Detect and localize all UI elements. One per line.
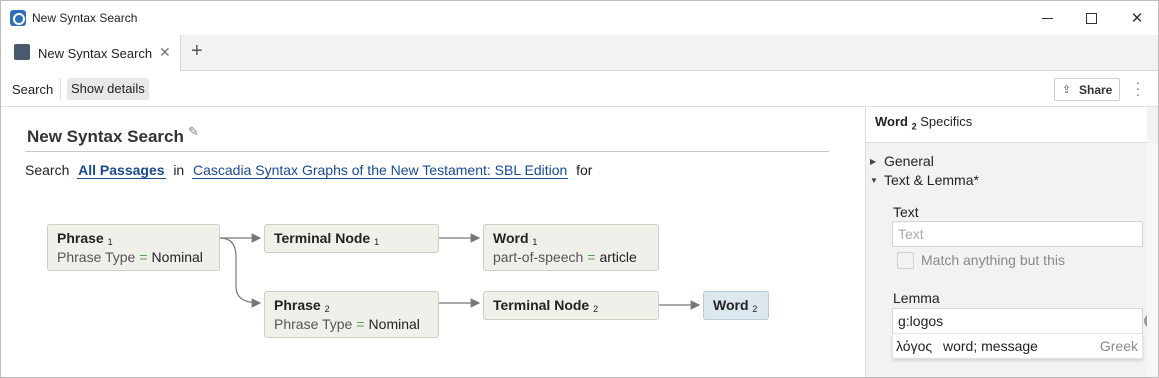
node-specifics-panel: Word 2 Specifics ▶ General ▼ Text & Lemma*… [865,107,1158,377]
section-text-lemma[interactable]: ▼ Text & Lemma* [870,172,979,188]
share-label: Share [1079,83,1113,97]
node-attr-key: part-of-speech [493,249,584,265]
node-attr-value: article [599,249,637,265]
node-attr-operator: = [139,249,148,265]
section-label: Text & Lemma* [884,172,979,188]
node-index: 2 [752,304,758,314]
match-anything-checkbox[interactable] [897,252,914,269]
scope-link[interactable]: All Passages [77,162,166,179]
graph-node-word-2[interactable]: Word 2 [703,291,769,320]
tab-new-syntax-search[interactable]: New Syntax Search ✕ [1,35,181,71]
text-field-label: Text [893,204,919,220]
resource-link[interactable]: Cascadia Syntax Graphs of the New Testam… [192,162,569,179]
window-title: New Syntax Search [32,11,138,25]
graph-node-word-1[interactable]: Word 1 part-of-speech = article [483,224,659,271]
graph-node-terminal-2[interactable]: Terminal Node 2 [483,291,659,320]
suggestion-language: Greek [1099,338,1138,354]
node-index: 1 [532,237,538,247]
node-name: Phrase [274,297,321,313]
panel-title: Word 2 Specifics [875,114,972,132]
panel-header: Word 2 Specifics [866,107,1147,143]
add-tab-button[interactable]: + [191,40,203,63]
minimize-button[interactable] [1024,1,1070,35]
close-window-button[interactable]: ✕ [1114,1,1158,35]
app-logo-icon [10,10,26,26]
node-index: 2 [324,304,330,314]
panel-title-index: 2 [911,121,917,132]
node-index: 1 [107,237,113,247]
expand-arrow-icon: ▶ [870,157,877,166]
node-attr-value: Nominal [368,316,420,332]
panel-title-rest: Specifics [920,114,973,129]
share-icon: ⇪ [1062,84,1072,96]
node-attr-key: Phrase Type [274,316,353,332]
app-window: New Syntax Search ✕ New Syntax Search ✕ … [0,0,1159,378]
more-options-icon[interactable]: · · · [1133,75,1143,101]
lemma-input[interactable]: g:logos ➜ [892,308,1158,334]
maximize-button[interactable] [1068,1,1114,35]
panel-scrollbar[interactable] [1147,143,1158,377]
match-anything-label: Match anything but this [921,252,1065,268]
search-menu-button[interactable]: Search [12,82,53,97]
tab-label: New Syntax Search [38,46,153,61]
graph-node-phrase-1[interactable]: Phrase 1 Phrase Type = Nominal [47,224,220,271]
section-label: General [884,153,934,169]
title-divider [25,151,829,152]
node-attr-value: Nominal [151,249,203,265]
node-attr-operator: = [587,249,596,265]
node-attr-key: Phrase Type [57,249,136,265]
section-general[interactable]: ▶ General [870,153,934,169]
graph-node-phrase-2[interactable]: Phrase 2 Phrase Type = Nominal [264,291,439,338]
node-index: 2 [593,304,599,314]
show-details-button[interactable]: Show details [67,78,149,100]
node-name: Word [713,297,749,313]
minimize-icon [1041,17,1053,19]
suggestion-gloss: word; message [943,338,1038,354]
text-input[interactable]: Text [892,221,1143,247]
lemma-field-label: Lemma [893,290,940,306]
in-text: in [173,162,185,178]
tab-bar: New Syntax Search ✕ + [1,35,1158,71]
node-name: Word [493,230,529,246]
node-attr-operator: = [356,316,365,332]
page-title[interactable]: New Syntax Search [27,127,184,147]
toolbar: Search Show details ⇪ Share · · · [1,71,1158,107]
edge-phrase1-phrase2 [219,237,262,308]
collapse-arrow-icon: ▼ [870,176,878,185]
graph-node-terminal-1[interactable]: Terminal Node 1 [264,224,439,253]
maximize-icon [1085,12,1097,24]
search-description: Search All Passages in Cascadia Syntax G… [25,162,592,179]
title-bar: New Syntax Search ✕ [1,1,1158,35]
node-name: Terminal Node [493,297,590,313]
search-prefix-text: Search [25,162,70,178]
panel-title-node: Word [875,114,908,129]
for-text: for [576,162,593,178]
node-name: Phrase [57,230,104,246]
share-button[interactable]: ⇪ Share [1054,78,1120,101]
tab-close-icon[interactable]: ✕ [159,44,171,61]
node-name: Terminal Node [274,230,371,246]
toolbar-divider [60,78,61,100]
suggestion-lemma: λόγος [896,338,933,354]
close-icon: ✕ [1130,10,1144,27]
node-index: 1 [374,237,380,247]
main-panel: New Syntax Search ✎ Search All Passages … [1,107,865,377]
edit-title-pencil-icon[interactable]: ✎ [188,124,199,140]
lemma-suggestion[interactable]: λόγος word; message Greek [892,333,1143,359]
lemma-value: g:logos [898,313,944,329]
syntax-search-icon [14,44,30,60]
